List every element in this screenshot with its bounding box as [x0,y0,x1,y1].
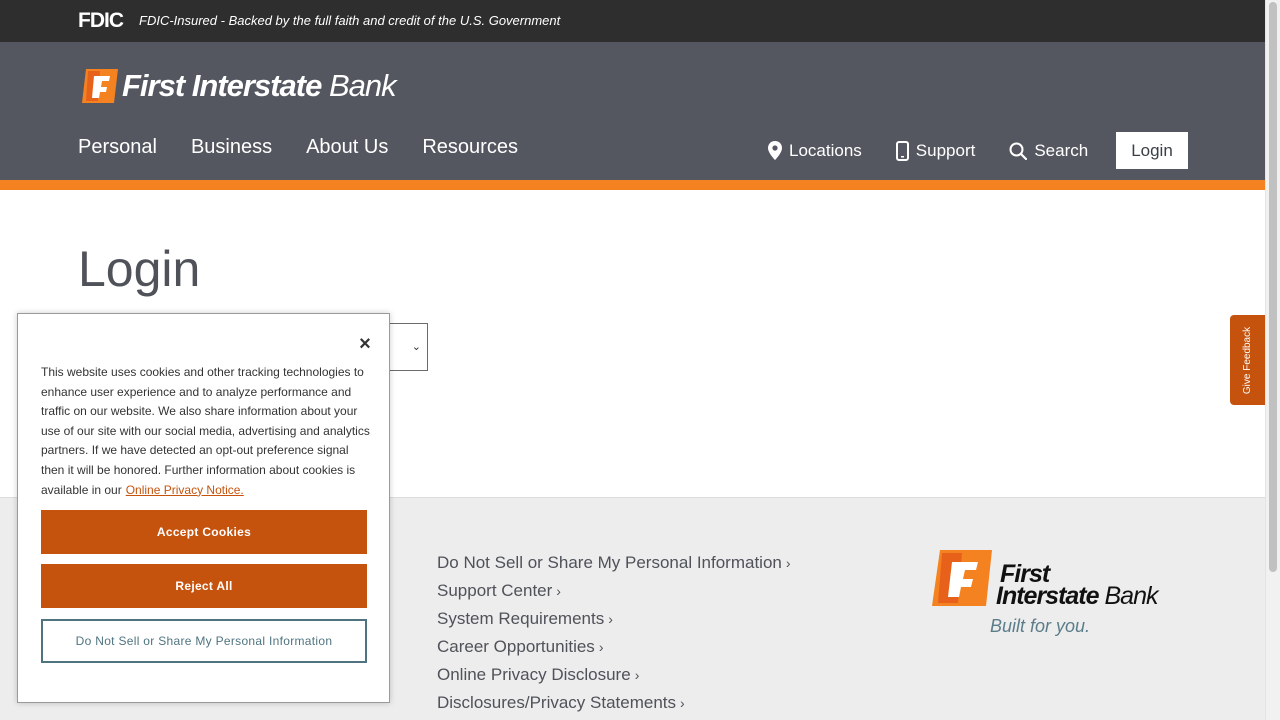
chevron-right-icon: › [680,695,685,711]
support-link[interactable]: Support [895,140,976,161]
nav-business[interactable]: Business [191,136,272,159]
cookie-text: This website uses cookies and other trac… [41,365,370,497]
fdic-logo: FDIC [78,9,124,32]
brand-name: First Interstate Bank [122,68,397,103]
chevron-right-icon: › [556,583,561,599]
chevron-right-icon: › [785,555,791,571]
footer-link-disclosures-privacy[interactable]: Disclosures/Privacy Statements › [437,692,791,720]
locations-link[interactable]: Locations [768,141,862,161]
nav-personal[interactable]: Personal [78,136,157,159]
footer-brand-name-line2: Interstate Bank [996,582,1158,610]
mobile-phone-icon [895,140,909,161]
chevron-right-icon: › [608,611,613,627]
footer-link-online-privacy-disclosure[interactable]: Online Privacy Disclosure › [437,664,791,692]
footer-link-label: Disclosures/Privacy Statements [437,693,677,712]
footer-link-label: Online Privacy Disclosure [437,665,631,684]
cookie-description: This website uses cookies and other trac… [41,363,371,500]
chevron-right-icon: › [598,639,604,655]
do-not-sell-button[interactable]: Do Not Sell or Share My Personal Informa… [41,619,367,663]
footer-link-system-requirements[interactable]: System Requirements › [437,608,791,636]
search-link[interactable]: Search [1009,141,1088,161]
chevron-down-icon: ⌄ [411,341,421,353]
accept-cookies-button[interactable]: Accept Cookies [41,510,367,554]
map-pin-icon [768,141,782,160]
fdic-bar: FDIC FDIC-Insured - Backed by the full f… [0,0,1265,42]
brand-logo[interactable]: First Interstate Bank [80,66,397,106]
brand-mark-icon [82,69,118,103]
reject-all-button[interactable]: Reject All [41,564,367,608]
give-feedback-label: Give Feedback [1242,326,1254,394]
footer-links: Do Not Sell or Share My Personal Informa… [437,552,791,720]
site-header: First Interstate Bank Personal Business … [0,42,1265,180]
footer-link-label: Career Opportunities [437,637,595,656]
locations-label: Locations [789,140,862,160]
footer-link-support-center[interactable]: Support Center › [437,580,791,608]
support-label: Support [915,140,976,160]
footer-link-do-not-sell[interactable]: Do Not Sell or Share My Personal Informa… [437,552,791,580]
chevron-right-icon: › [634,667,640,683]
nav-about-us[interactable]: About Us [306,136,388,159]
footer-link-label: Support Center [437,581,553,600]
utility-nav: Locations Support Search [768,132,1122,169]
close-icon[interactable]: × [355,333,375,355]
cookie-consent-dialog: × This website uses cookies and other tr… [17,313,390,703]
give-feedback-tab[interactable]: Give Feedback [1230,315,1265,405]
main-nav: Personal Business About Us Resources [78,136,552,159]
footer-link-label: System Requirements [437,609,605,628]
page-title: Login [78,241,201,297]
search-icon [1009,142,1028,160]
search-label: Search [1034,140,1089,160]
privacy-notice-link[interactable]: Online Privacy Notice. [126,483,244,497]
fdic-notice: FDIC-Insured - Backed by the full faith … [139,13,561,28]
accent-rule [0,180,1265,190]
nav-resources[interactable]: Resources [422,136,518,159]
brand-mark-icon [932,550,992,606]
footer-brand-logo[interactable]: First Interstate Bank Built for you. [930,548,1190,648]
login-button[interactable]: Login [1116,132,1188,169]
footer-tagline: Built for you. [990,616,1091,636]
footer-link-career-opportunities[interactable]: Career Opportunities › [437,636,791,664]
footer-link-label: Do Not Sell or Share My Personal Informa… [437,553,782,572]
scrollbar-thumb[interactable] [1269,2,1277,572]
page-scrollbar[interactable] [1265,0,1280,720]
